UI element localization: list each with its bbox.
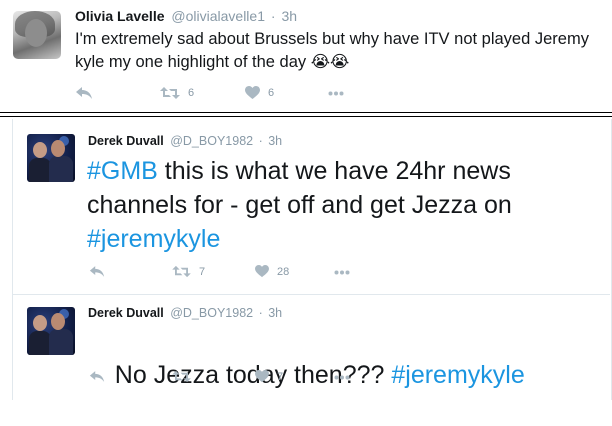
more-icon — [334, 270, 350, 275]
separator-dot: · — [258, 306, 263, 320]
reply-icon — [76, 87, 92, 99]
screenshot-divider-top — [0, 112, 612, 113]
retweet-icon — [160, 87, 180, 99]
reply-icon — [89, 371, 105, 382]
avatar-face — [33, 142, 47, 158]
avatar-face — [33, 315, 47, 331]
separator-dot: · — [258, 134, 263, 148]
tweet-derek-jezza: Derek Duvall @D_BOY1982 · 3h No Jezza to… — [13, 295, 609, 400]
tweet-olivia: Olivia Lavelle @olivialavelle1 · 3h I'm … — [0, 0, 612, 110]
display-name[interactable]: Derek Duvall — [88, 306, 164, 320]
retweet-count: 7 — [199, 265, 206, 278]
user-handle[interactable]: @D_BOY1982 — [170, 306, 253, 320]
like-count: 7 — [277, 370, 284, 383]
tweet-text: #GMB this is what we have 24hr news chan… — [87, 154, 592, 256]
like-button[interactable]: 6 — [245, 86, 274, 100]
user-handle[interactable]: @olivialavelle1 — [171, 8, 265, 24]
heart-icon — [255, 370, 269, 383]
hashtag-jeremykyle[interactable]: #jeremykyle — [87, 225, 220, 253]
hashtag-gmb[interactable]: #GMB — [87, 157, 158, 185]
avatar[interactable] — [27, 134, 75, 182]
more-icon — [334, 375, 350, 380]
retweet-icon — [172, 370, 191, 383]
crying-emoji: 😭😭 — [310, 53, 350, 71]
timestamp[interactable]: 3h — [268, 134, 282, 148]
retweet-icon — [172, 265, 191, 278]
display-name[interactable]: Derek Duvall — [88, 134, 164, 148]
retweet-button[interactable] — [172, 370, 199, 383]
hashtag-jeremykyle[interactable]: #jeremykyle — [391, 361, 524, 389]
avatar[interactable] — [13, 11, 61, 59]
retweet-button[interactable]: 7 — [172, 265, 205, 278]
tweet-derek-gmb: Derek Duvall @D_BOY1982 · 3h #GMB this i… — [13, 119, 609, 294]
avatar[interactable] — [27, 307, 75, 355]
tweet-header: Derek Duvall @D_BOY1982 · 3h — [88, 134, 282, 148]
tweet-header: Olivia Lavelle @olivialavelle1 · 3h — [75, 8, 297, 24]
reply-button[interactable] — [75, 86, 93, 100]
more-icon — [328, 91, 344, 96]
reply-icon — [89, 266, 105, 277]
user-handle[interactable]: @D_BOY1982 — [170, 134, 253, 148]
retweet-button[interactable]: 6 — [160, 86, 194, 100]
retweet-count: 6 — [188, 87, 195, 99]
avatar-face — [25, 19, 47, 47]
screenshot-divider-bottom — [0, 116, 612, 117]
like-count: 28 — [277, 265, 290, 278]
avatar-face — [51, 140, 65, 157]
avatar-face — [51, 313, 65, 330]
more-button[interactable] — [334, 375, 350, 380]
like-button[interactable]: 28 — [255, 265, 289, 278]
heart-icon — [255, 265, 269, 278]
reply-button[interactable] — [89, 370, 105, 383]
more-button[interactable] — [328, 91, 344, 96]
avatar-person — [49, 156, 73, 182]
tweet-text: I'm extremely sad about Brussels but why… — [75, 28, 605, 74]
like-count: 6 — [268, 87, 275, 99]
timestamp[interactable]: 3h — [281, 8, 297, 24]
avatar-person — [49, 329, 73, 355]
separator-dot: · — [270, 8, 276, 24]
avatar-person — [29, 331, 51, 355]
heart-icon — [245, 86, 260, 99]
like-button[interactable]: 7 — [255, 370, 283, 383]
tweet-header: Derek Duvall @D_BOY1982 · 3h — [88, 306, 282, 320]
reply-button[interactable] — [89, 265, 105, 278]
more-button[interactable] — [334, 270, 350, 275]
avatar-person — [29, 158, 51, 182]
timestamp[interactable]: 3h — [268, 306, 282, 320]
display-name[interactable]: Olivia Lavelle — [75, 8, 165, 24]
